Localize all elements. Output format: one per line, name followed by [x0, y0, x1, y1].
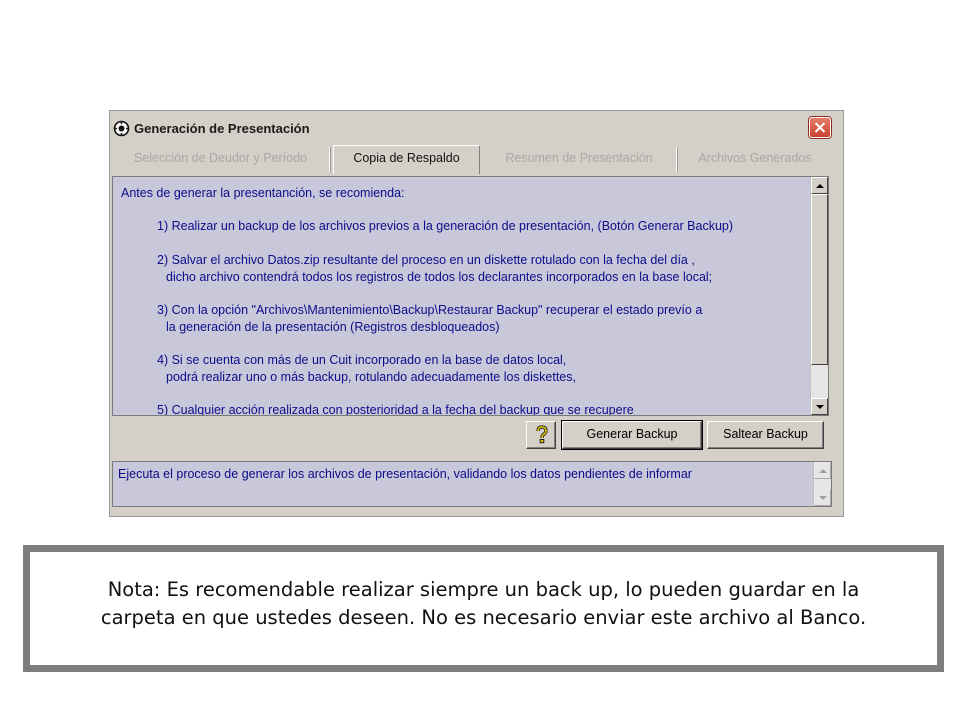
instruction-line: la generación de la presentación (Regist… — [166, 320, 500, 334]
saltear-backup-button[interactable]: Saltear Backup — [707, 421, 824, 449]
tab-copia-respaldo[interactable]: Copia de Respaldo — [333, 145, 480, 174]
tab-strip: Selección de Deudor y Período Copia de R… — [110, 145, 843, 174]
tab-resumen-presentacion[interactable]: Resumen de Presentación — [482, 147, 677, 172]
tab-label: Archivos Generados — [698, 151, 812, 165]
tab-archivos-generados[interactable]: Archivos Generados — [680, 147, 830, 172]
generar-backup-label: Generar Backup — [586, 427, 678, 441]
help-question-icon — [536, 425, 548, 444]
app-window: Generación de Presentación Selección de … — [109, 110, 844, 517]
scroll-up-button[interactable] — [811, 177, 828, 194]
generar-backup-button[interactable]: Generar Backup — [561, 420, 703, 450]
tab-label: Selección de Deudor y Período — [133, 151, 308, 165]
note-text: Nota: Es recomendable realizar siempre u… — [30, 576, 937, 632]
status-scroll-up-button[interactable] — [814, 462, 831, 479]
status-text: Ejecuta el proceso de generar los archiv… — [118, 467, 692, 481]
close-button[interactable] — [809, 117, 831, 138]
instruction-line: podrá realizar uno o más backup, rotulan… — [166, 370, 576, 384]
status-scrollbar[interactable] — [813, 462, 831, 506]
arrow-up-icon — [819, 469, 827, 473]
close-icon — [814, 122, 826, 133]
window-title: Generación de Presentación — [134, 121, 310, 136]
help-button[interactable] — [526, 421, 556, 449]
arrow-down-icon — [819, 496, 827, 500]
instruction-line: 2) Salvar el archivo Datos.zip resultant… — [157, 253, 695, 267]
saltear-backup-label: Saltear Backup — [723, 427, 808, 441]
instruction-line: dicho archivo contendrá todos los regist… — [166, 270, 713, 284]
instructions-panel[interactable]: Antes de generar la presentanción, se re… — [112, 176, 829, 416]
tab-label: Resumen de Presentación — [505, 151, 653, 165]
status-scroll-down-button[interactable] — [814, 489, 831, 506]
arrow-down-icon — [816, 405, 824, 409]
instruction-line: 5) Cualquier acción realizada con poster… — [157, 403, 634, 416]
instruction-line: 1) Realizar un backup de los archivos pr… — [157, 219, 734, 233]
note-box: Nota: Es recomendable realizar siempre u… — [23, 545, 944, 672]
tab-label: Copia de Respaldo — [353, 151, 460, 165]
note-line: carpeta en que ustedes deseen. No es nec… — [100, 606, 867, 629]
tab-seleccion-deudor[interactable]: Selección de Deudor y Período — [112, 147, 330, 172]
gear-app-icon — [113, 120, 130, 137]
instruction-line: Antes de generar la presentanción, se re… — [121, 186, 405, 200]
scroll-thumb[interactable] — [811, 194, 828, 365]
instructions-scrollbar[interactable] — [810, 177, 828, 415]
title-bar[interactable]: Generación de Presentación — [110, 111, 843, 145]
status-description-panel: Ejecuta el proceso de generar los archiv… — [112, 461, 832, 507]
scroll-down-button[interactable] — [811, 398, 828, 415]
note-line: Nota: Es recomendable realizar siempre u… — [107, 578, 860, 601]
instruction-line: 4) Si se cuenta con más de un Cuit incor… — [157, 353, 567, 367]
instruction-line: 3) Con la opción "Archivos\Mantenimiento… — [157, 303, 703, 317]
arrow-up-icon — [816, 184, 824, 188]
